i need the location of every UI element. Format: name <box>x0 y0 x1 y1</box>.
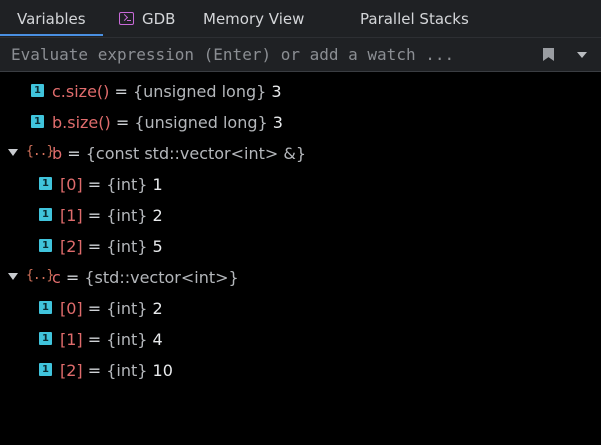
variable-value: 3 <box>266 82 282 101</box>
primitive-value-icon: 1 <box>39 239 52 252</box>
variable-type: {const std::vector<int> &} <box>85 144 307 163</box>
variable-row[interactable]: {..} b = {const std::vector<int> &} <box>0 138 601 169</box>
expand-arrow-icon[interactable] <box>8 149 18 156</box>
variable-name: b <box>52 144 63 163</box>
struct-icon: {..} <box>26 268 54 283</box>
variable-type: {int} <box>106 361 148 380</box>
variable-type: {unsigned long} <box>134 113 268 132</box>
tab-variables[interactable]: Variables <box>17 0 86 37</box>
variable-equals: = <box>60 268 85 287</box>
variable-text: [0] = {int} 1 <box>60 169 163 200</box>
variable-type: {int} <box>106 299 148 318</box>
tab-memory-view[interactable]: Memory View <box>203 0 304 37</box>
variable-equals: = <box>82 206 107 225</box>
variable-equals: = <box>110 113 135 132</box>
primitive-value-icon: 1 <box>39 301 52 314</box>
tab-parallel-stacks[interactable]: Parallel Stacks <box>338 0 469 37</box>
variable-text: c = {std::vector<int>} <box>52 262 239 293</box>
variable-row[interactable]: 1 [0] = {int} 2 <box>0 293 601 324</box>
tab-variables-label: Variables <box>17 9 86 28</box>
primitive-value-icon: 1 <box>39 332 52 345</box>
variable-value: 3 <box>267 113 283 132</box>
evaluate-bar <box>0 37 601 72</box>
variable-row[interactable]: 1 [0] = {int} 1 <box>0 169 601 200</box>
variable-equals: = <box>62 144 86 163</box>
variable-value: 10 <box>147 361 173 380</box>
primitive-value-icon: 1 <box>39 177 52 190</box>
variable-type: {std::vector<int>} <box>84 268 239 287</box>
variable-type: {int} <box>106 330 148 349</box>
variables-panel: Variables GDB Memory View Parallel Stack… <box>0 0 601 445</box>
bookmark-icon[interactable] <box>543 48 554 61</box>
variable-text: [2] = {int} 5 <box>60 231 163 262</box>
primitive-value-icon: 1 <box>39 363 52 376</box>
variable-equals: = <box>82 361 107 380</box>
tab-gdb[interactable]: GDB <box>119 0 175 37</box>
variable-name: [2] <box>60 237 83 256</box>
variable-equals: = <box>109 82 133 101</box>
variable-row[interactable]: 1 c.size() = {unsigned long} 3 <box>0 76 601 107</box>
evaluate-expression-input[interactable] <box>0 38 530 71</box>
chevron-down-icon[interactable] <box>577 52 587 58</box>
variable-equals: = <box>82 237 107 256</box>
expand-arrow-icon[interactable] <box>8 273 18 280</box>
variable-type: {int} <box>106 175 148 194</box>
variable-row[interactable]: 1 [2] = {int} 5 <box>0 231 601 262</box>
variable-text: [1] = {int} 4 <box>60 324 163 355</box>
variable-value: 1 <box>147 175 163 194</box>
variable-equals: = <box>82 299 107 318</box>
variable-type: {int} <box>106 237 148 256</box>
variable-row[interactable]: 1 [1] = {int} 4 <box>0 324 601 355</box>
variable-name: [0] <box>60 299 83 318</box>
variable-text: [2] = {int} 10 <box>60 355 173 386</box>
variable-equals: = <box>82 175 107 194</box>
variable-name: c.size() <box>52 82 110 101</box>
variable-type: {unsigned long} <box>132 82 267 101</box>
variable-name: [2] <box>60 361 83 380</box>
primitive-value-icon: 1 <box>31 115 44 128</box>
variable-name: [1] <box>60 206 83 225</box>
terminal-icon <box>119 12 134 25</box>
variable-row[interactable]: 1 b.size() = {unsigned long} 3 <box>0 107 601 138</box>
variable-value: 4 <box>147 330 163 349</box>
tab-gdb-label: GDB <box>142 9 176 28</box>
variable-row[interactable]: 1 [1] = {int} 2 <box>0 200 601 231</box>
variable-name: c <box>52 268 61 287</box>
variable-value: 5 <box>147 237 163 256</box>
tab-memory-view-label: Memory View <box>203 9 305 28</box>
variable-text: b.size() = {unsigned long} 3 <box>52 107 283 138</box>
variable-row[interactable]: 1 [2] = {int} 10 <box>0 355 601 386</box>
variable-text: c.size() = {unsigned long} 3 <box>52 76 282 107</box>
variable-name: [1] <box>60 330 83 349</box>
variable-text: b = {const std::vector<int> &} <box>52 138 306 169</box>
variable-type: {int} <box>106 206 148 225</box>
tab-parallel-stacks-label: Parallel Stacks <box>360 9 469 28</box>
variable-equals: = <box>82 330 107 349</box>
variable-text: [1] = {int} 2 <box>60 200 163 231</box>
variable-row[interactable]: {..} c = {std::vector<int>} <box>0 262 601 293</box>
tab-bar: Variables GDB Memory View Parallel Stack… <box>0 0 601 37</box>
variable-value: 2 <box>147 299 163 318</box>
parallel-stacks-icon <box>338 12 352 26</box>
active-tab-indicator <box>0 34 103 36</box>
variable-text: [0] = {int} 2 <box>60 293 163 324</box>
variable-name: [0] <box>60 175 83 194</box>
primitive-value-icon: 1 <box>31 84 44 97</box>
variable-value: 2 <box>147 206 163 225</box>
struct-icon: {..} <box>26 144 54 159</box>
variable-name: b.size() <box>52 113 111 132</box>
primitive-value-icon: 1 <box>39 208 52 221</box>
